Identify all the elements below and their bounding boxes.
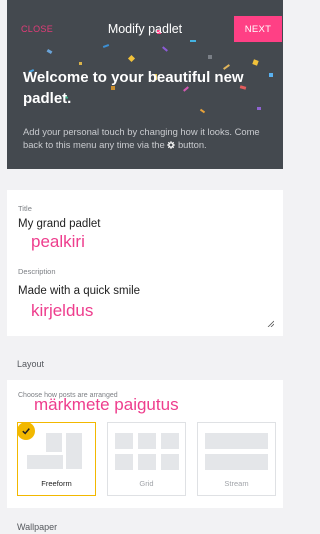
description-annotation: kirjeldus [31, 301, 94, 320]
modal-topbar: CLOSE Modify padlet NEXT [7, 0, 283, 44]
layout-option-grid[interactable]: Grid [107, 422, 186, 496]
layout-section-label: Layout [17, 359, 45, 369]
help-text: Add your personal touch by changing how … [23, 125, 279, 151]
layout-option-label: Freeform [41, 479, 72, 488]
next-button[interactable]: NEXT [234, 16, 282, 42]
resize-handle-icon[interactable] [267, 314, 275, 328]
help-text-end: button. [177, 139, 207, 150]
gear-icon [167, 138, 176, 151]
title-label: Title [18, 204, 32, 213]
layout-option-stream[interactable]: Stream [197, 422, 276, 496]
layout-option-label: Stream [224, 479, 249, 488]
description-input[interactable]: Made with a quick smile [18, 285, 140, 297]
title-annotation: pealkiri [31, 232, 85, 251]
welcome-heading: Welcome to your beautiful new padlet. [23, 69, 244, 107]
help-text-start: Add your personal touch by changing how … [23, 126, 260, 150]
description-label: Description [18, 267, 56, 276]
layout-option-freeform[interactable]: Freeform [17, 422, 96, 496]
welcome-header: CLOSE Modify padlet NEXT Welcome to your… [7, 0, 283, 169]
layout-section-header: Layout [7, 343, 283, 380]
wallpaper-section-label: Wallpaper [17, 522, 58, 532]
wallpaper-section-header: Wallpaper [7, 508, 283, 534]
check-icon [17, 422, 35, 440]
layout-options: Choose how posts are arranged märkmete p… [7, 380, 283, 508]
layout-option-label: Grid [139, 479, 154, 488]
layout-annotation: märkmete paigutus [34, 395, 179, 414]
title-description-form: Title My grand padlet pealkiri Descripti… [7, 190, 283, 336]
title-input[interactable]: My grand padlet [18, 218, 100, 230]
